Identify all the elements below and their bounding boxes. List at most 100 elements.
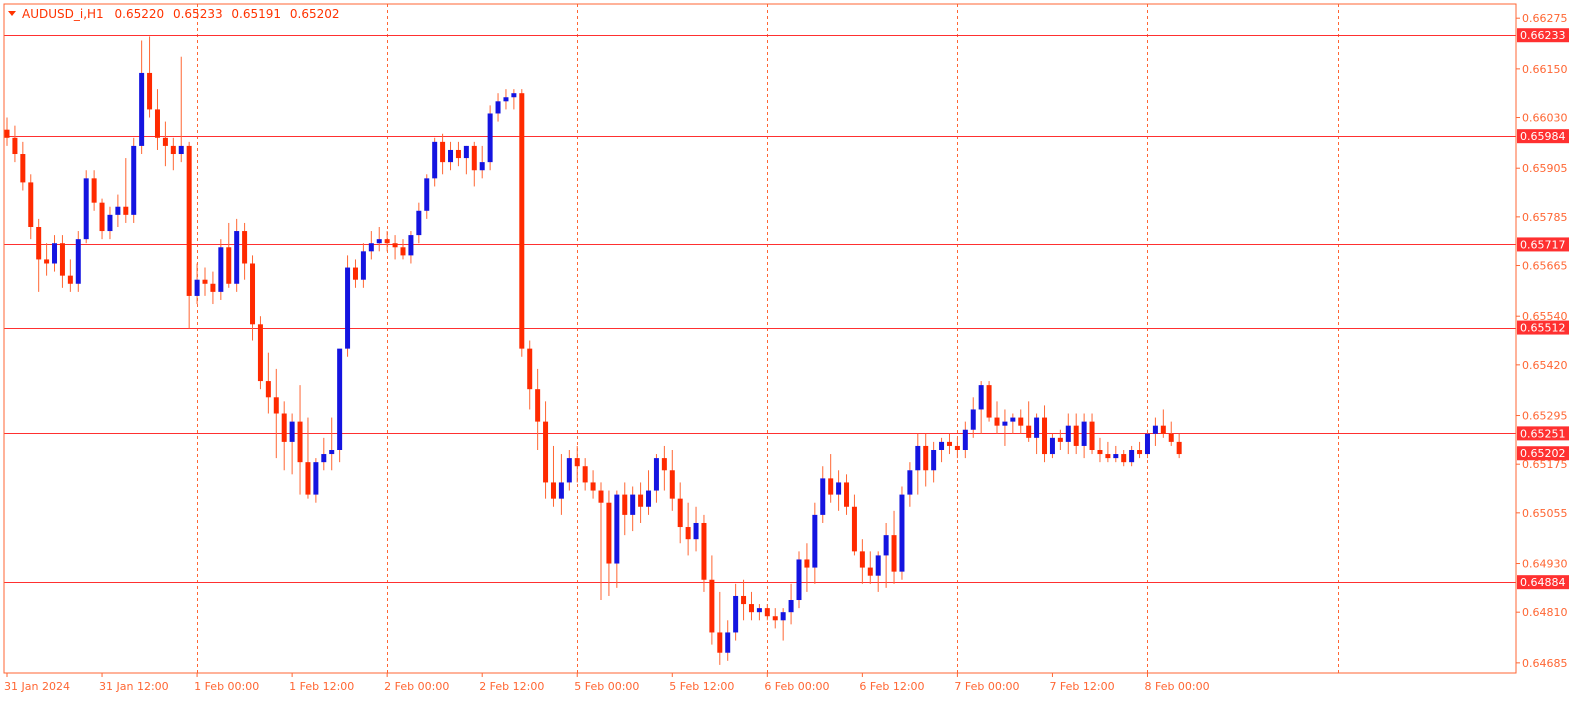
candle-body (717, 632, 723, 653)
candle-body (701, 522, 707, 580)
candle-body (186, 145, 192, 296)
level-price-label: 0.65512 (1517, 320, 1569, 335)
current-price-label: 0.65202 (1517, 446, 1569, 461)
candle-body (432, 141, 438, 179)
candle-body (1160, 425, 1166, 434)
time-tick-label: 2 Feb 00:00 (384, 680, 449, 693)
candle-body (1105, 454, 1111, 459)
candle-body (321, 454, 327, 463)
candle (345, 255, 351, 357)
candle-body (915, 445, 921, 471)
candle-body (194, 279, 200, 296)
level-price-label: 0.65717 (1517, 237, 1569, 252)
candle-body (630, 494, 636, 515)
time-tick-label: 5 Feb 00:00 (574, 680, 639, 693)
candle-body (59, 243, 65, 276)
candle-body (709, 579, 715, 633)
candle-body (67, 275, 73, 284)
time-tick-label: 31 Jan 2024 (4, 680, 70, 693)
candle (796, 551, 802, 609)
candle-body (851, 506, 857, 552)
candle-body (844, 482, 850, 507)
candle-body (352, 267, 358, 280)
candle-body (12, 137, 18, 155)
candle-body (812, 514, 818, 568)
candle-body (392, 243, 398, 248)
candle-body (590, 482, 596, 491)
candle-body (162, 137, 168, 146)
candle-body (661, 458, 667, 471)
candle (131, 137, 137, 223)
candle-body (954, 445, 960, 450)
candle-body (741, 595, 747, 605)
candle-body (1176, 441, 1182, 455)
price-tick-label: 0.66275 (1522, 12, 1568, 25)
candle-body (1168, 433, 1174, 442)
candle (487, 105, 493, 171)
candle-body (345, 267, 351, 349)
candle-body (899, 494, 905, 572)
candle-body (479, 162, 485, 171)
candle-body (535, 389, 541, 422)
svg-text:AUDUSD_i,H1 0.65220: AUDUSD_i,H1 0.65220 0.65233 0.65191 0.65… (22, 7, 340, 21)
price-tick-label: 0.65665 (1522, 260, 1568, 273)
chart-header: AUDUSD_i,H1 0.65220 0.65233 0.65191 0.65… (8, 7, 340, 21)
candle-body (867, 567, 873, 576)
candle-body (931, 450, 937, 471)
candle-body (210, 283, 216, 292)
candle-body (440, 141, 446, 163)
candle-body (1042, 417, 1048, 455)
ohlc-close: 0.65202 (290, 7, 340, 21)
candle-body (75, 239, 81, 284)
symbol-timeframe: AUDUSD_i,H1 (22, 7, 104, 21)
candle-body (416, 210, 422, 236)
time-tick-label: 6 Feb 12:00 (859, 680, 924, 693)
candle-body (448, 149, 454, 163)
ohlc-open: 0.65220 (115, 7, 165, 21)
candle-body (733, 595, 739, 633)
price-tick-label: 0.64685 (1522, 657, 1568, 670)
candle-body (471, 145, 477, 171)
candle-body (622, 494, 628, 515)
candle-body (1002, 421, 1008, 426)
level-price-label: 0.64884 (1517, 575, 1569, 590)
candle (1144, 429, 1150, 459)
candle-body (780, 612, 786, 621)
candle-body (820, 478, 826, 515)
ohlc-high: 0.65233 (173, 7, 223, 21)
price-chart[interactable]: 0.66275 0.66150 0.66030 0.65905 0.65785 0.656… (0, 0, 1586, 708)
candle-body (550, 482, 556, 499)
candle-body (1097, 450, 1103, 455)
candle-body (455, 149, 461, 159)
candle-body (883, 535, 889, 556)
candle-body (408, 235, 414, 256)
candle-body (1057, 437, 1063, 442)
candle-body (83, 178, 89, 240)
candle-body (939, 441, 945, 450)
ohlc-low: 0.65191 (231, 7, 281, 21)
time-tick-label: 7 Feb 12:00 (1049, 680, 1114, 693)
candle-body (297, 421, 303, 463)
candle-body (614, 494, 620, 564)
candle-body (1034, 417, 1040, 438)
candle-body (368, 243, 374, 252)
time-tick-label: 8 Feb 00:00 (1144, 680, 1209, 693)
level-price-label-text: 0.65717 (1520, 238, 1566, 251)
candle (75, 231, 81, 292)
time-tick-label: 1 Feb 00:00 (194, 680, 259, 693)
candle-body (52, 243, 58, 264)
candle-body (91, 178, 97, 203)
candle-body (1144, 433, 1150, 455)
candle (257, 316, 263, 390)
candle-body (139, 72, 145, 146)
time-tick-label: 6 Feb 00:00 (764, 680, 829, 693)
candle-body (1152, 425, 1158, 434)
candle-body (748, 604, 754, 613)
time-tick-label: 1 Feb 12:00 (289, 680, 354, 693)
candle-body (796, 559, 802, 601)
price-tick-label: 0.65055 (1522, 507, 1568, 520)
candle-body (202, 279, 208, 284)
level-price-label: 0.66233 (1517, 28, 1569, 43)
candle-body (788, 600, 794, 613)
candle-body (281, 413, 287, 442)
